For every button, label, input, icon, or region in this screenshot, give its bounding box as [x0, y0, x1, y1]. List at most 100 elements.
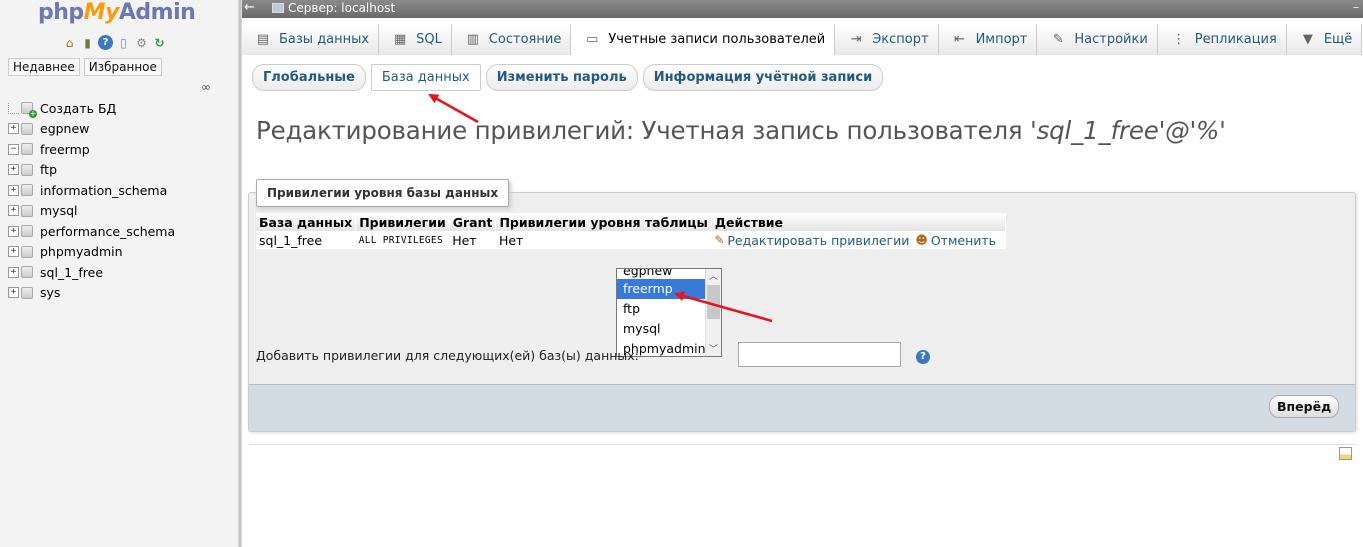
edit-privileges-icon: ✎ [714, 233, 725, 248]
scroll-up-icon[interactable]: ︿ [706, 269, 721, 283]
tab-status[interactable]: ▥ Состояние [451, 24, 572, 55]
chevron-down-icon: ▼ [1302, 32, 1313, 47]
nav-resize-handle[interactable] [238, 0, 242, 547]
expand-icon[interactable]: + [8, 287, 19, 299]
expand-icon[interactable]: + [8, 164, 19, 176]
tree-db-performance-schema[interactable]: + performance_schema [8, 221, 175, 242]
tab-label: Импорт [975, 32, 1028, 47]
tree-label[interactable]: phpmyadmin [40, 244, 123, 259]
server-icon [272, 3, 284, 13]
subtab-database[interactable]: База данных [370, 64, 481, 91]
add-privileges-label: Добавить привилегии для следующих(ей) ба… [256, 348, 639, 363]
server-breadcrumb[interactable]: Сервер: localhost [272, 1, 395, 15]
new-database-icon [21, 102, 37, 119]
tab-label: Ещё [1323, 32, 1353, 47]
edit-privileges-link[interactable]: ✎ Редактировать привилегии [714, 233, 909, 248]
database-icon [21, 266, 33, 279]
tree-db-sql-1-free[interactable]: + sql_1_free [8, 262, 175, 283]
tab-import[interactable]: ⇤ Импорт [938, 24, 1038, 55]
tree-db-sys[interactable]: + sys [8, 283, 175, 304]
tree-label[interactable]: ftp [40, 162, 57, 177]
wrench-icon: ✎ [1052, 32, 1064, 47]
tree-db-information-schema[interactable]: + information_schema [8, 180, 175, 201]
docs-icon[interactable]: ▯ [116, 35, 131, 50]
expand-icon[interactable]: + [8, 184, 19, 196]
link-icon[interactable]: ∞ [201, 80, 211, 94]
settings-icon[interactable]: ⚙ [134, 35, 149, 50]
select-scrollbar[interactable]: ︿ ﹀ [705, 269, 721, 356]
console-icon[interactable] [1339, 447, 1352, 460]
column-header: Привилегии уровня таблицы [495, 213, 712, 231]
tree-db-egpnew[interactable]: + egpnew [8, 119, 175, 140]
exit-icon[interactable]: ▮ [80, 35, 95, 50]
database-icon [21, 184, 33, 197]
tab-replication[interactable]: ⋮ Репликация [1157, 24, 1287, 55]
expand-icon[interactable]: + [8, 266, 19, 278]
database-icon [21, 245, 33, 258]
tree-db-phpmyadmin[interactable]: + phpmyadmin [8, 242, 175, 263]
expand-icon[interactable]: + [8, 123, 19, 135]
tab-more[interactable]: ▼ Ещё [1286, 24, 1363, 55]
subtab-global[interactable]: Глобальные [252, 64, 366, 91]
collapse-icon[interactable]: – [1353, 0, 1359, 14]
expand-icon[interactable]: + [8, 246, 19, 258]
tree-label[interactable]: sys [40, 285, 60, 300]
home-icon[interactable]: ⌂ [62, 35, 77, 50]
favorites-tab[interactable]: Избранное [83, 58, 162, 76]
expand-icon[interactable]: + [8, 205, 19, 217]
replication-icon: ⋮ [1172, 32, 1186, 47]
reload-icon[interactable]: ↻ [152, 35, 167, 50]
tab-label: Базы данных [279, 32, 370, 47]
column-header: Действие [711, 213, 1006, 231]
server-label[interactable]: Сервер: localhost [288, 1, 395, 15]
collapse-icon[interactable]: − [8, 143, 19, 155]
tree-db-mysql[interactable]: + mysql [8, 201, 175, 222]
tab-label: Состояние [488, 32, 562, 47]
database-icon [21, 122, 33, 135]
tree-label[interactable]: information_schema [40, 183, 167, 198]
tree-label[interactable]: mysql [40, 203, 78, 218]
cell-table-privileges: Нет [495, 231, 712, 249]
scrollbar-thumb[interactable] [707, 285, 720, 319]
tree-new-database[interactable]: Создать БД [8, 98, 175, 119]
tab-settings[interactable]: ✎ Настройки [1037, 24, 1158, 55]
users-icon: ▭ [586, 32, 599, 47]
cell-actions: ✎ Редактировать привилегии ☻ Отменить [711, 231, 1006, 249]
database-icon [21, 225, 33, 238]
tree-db-ftp[interactable]: + ftp [8, 160, 175, 181]
tree-label[interactable]: Создать БД [40, 101, 116, 116]
phpmyadmin-logo[interactable]: phpMyAdmin [38, 0, 196, 25]
tree-label[interactable]: sql_1_free [40, 265, 103, 280]
tab-user-accounts[interactable]: ▭ Учетные записи пользователей [571, 24, 836, 55]
help-icon[interactable]: ? [916, 350, 930, 364]
page-title: Редактирование привилегий: Учетная запис… [256, 116, 1226, 145]
cell-privileges: ALL PRIVILEGES [355, 231, 450, 249]
subtab-change-password[interactable]: Изменить пароль [485, 64, 638, 91]
help-icon[interactable]: ? [98, 35, 113, 50]
cell-database: sql_1_free [256, 231, 356, 249]
fieldset-footer [249, 384, 1355, 431]
database-icon [21, 286, 33, 299]
scroll-down-icon[interactable]: ﹀ [706, 342, 721, 356]
page-title-account: 'sql_1_free'@'%' [1030, 116, 1226, 145]
fieldset-legend: Привилегии уровня базы данных [256, 179, 510, 207]
recent-tab[interactable]: Недавнее [8, 58, 80, 76]
revoke-link[interactable]: ☻ Отменить [915, 233, 996, 248]
revoke-label: Отменить [930, 232, 997, 248]
tree-db-freermp[interactable]: − freermp [8, 139, 175, 160]
tree-label[interactable]: egpnew [40, 121, 89, 136]
top-breadcrumb-bar: ← Сервер: localhost – [242, 0, 1363, 18]
expand-icon[interactable]: + [8, 225, 19, 237]
back-arrow-icon[interactable]: ← [244, 0, 255, 15]
tab-label: SQL [416, 32, 442, 47]
tab-export[interactable]: ⇥ Экспорт [835, 24, 939, 55]
tab-databases[interactable]: ▤ Базы данных [242, 24, 380, 55]
database-select-list[interactable]: egpnew freermp ftp mysql phpmyadmin ︿ ﹀ [616, 268, 722, 357]
go-button[interactable]: Вперёд [1269, 395, 1340, 418]
tree-label[interactable]: performance_schema [40, 224, 175, 239]
tab-sql[interactable]: ▦ SQL [379, 24, 452, 55]
subtab-login-information[interactable]: Информация учётной записи [642, 64, 884, 91]
database-name-input[interactable] [738, 342, 901, 367]
cell-grant: Нет [449, 231, 496, 249]
tree-label[interactable]: freermp [40, 142, 90, 157]
